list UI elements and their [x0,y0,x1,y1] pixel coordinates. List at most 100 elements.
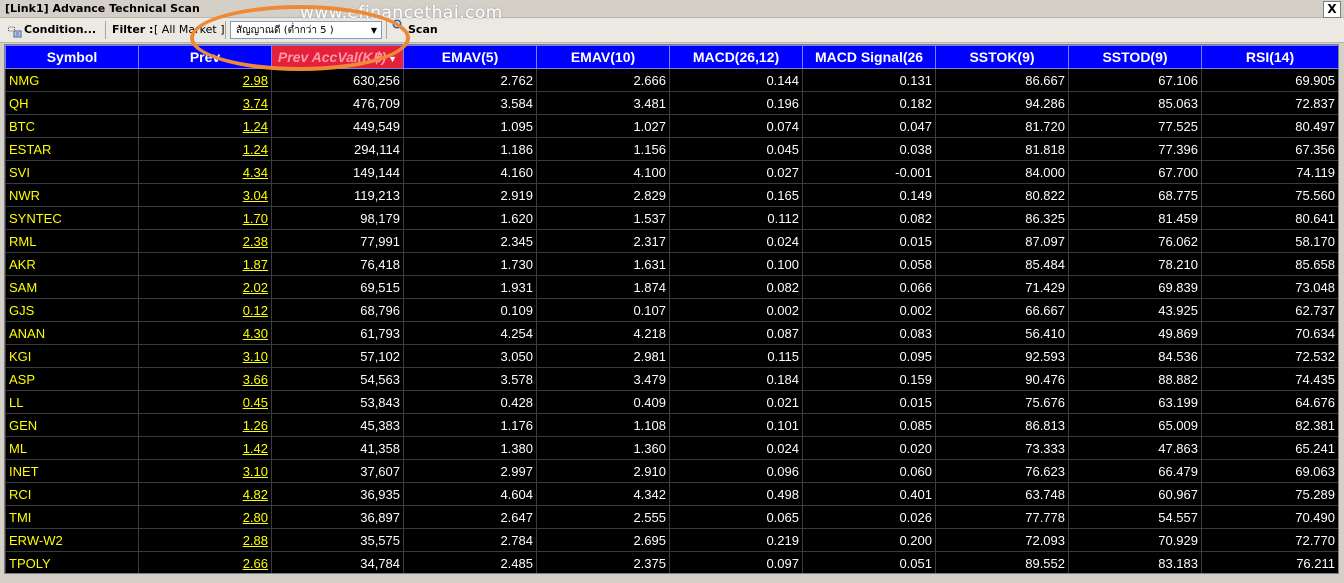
symbol-cell[interactable]: ERW-W2 [5,528,139,552]
prev-link-cell[interactable]: 3.04 [138,183,272,207]
column-header[interactable]: MACD(26,12) [669,45,803,69]
prev-link-cell[interactable]: 2.98 [138,68,272,92]
prev-link-cell[interactable]: 1.26 [138,413,272,437]
symbol-cell[interactable]: LL [5,390,139,414]
column-header[interactable]: SSTOD(9) [1068,45,1202,69]
prev-link-cell[interactable]: 3.10 [138,344,272,368]
symbol-cell[interactable]: SAM [5,275,139,299]
symbol-cell[interactable]: INET [5,459,139,483]
column-header[interactable]: MACD Signal(26 [802,45,936,69]
symbol-cell[interactable]: SVI [5,160,139,184]
condition-icon [8,23,22,38]
prev-link-cell[interactable]: 2.02 [138,275,272,299]
table-cell: 2.345 [403,229,537,253]
table-cell: 0.066 [802,275,936,299]
symbol-cell[interactable]: QH [5,91,139,115]
column-header[interactable]: Symbol [5,45,139,69]
prev-link-cell[interactable]: 3.10 [138,459,272,483]
table-row[interactable]: ML 1.42 41,358 1.380 1.360 0.024 0.020 73.333 47… [5,436,1338,460]
table-row[interactable]: INET 3.10 37,607 2.997 2.910 0.096 0.060 76.623… [5,459,1338,483]
table-row[interactable]: ANAN 4.30 61,793 4.254 4.218 0.087 0.083 56.410… [5,321,1338,345]
table-cell: 45,383 [271,413,404,437]
table-row[interactable]: RCI 4.82 36,935 4.604 4.342 0.498 0.401 63.748 6… [5,482,1338,506]
table-row[interactable]: SAM 2.02 69,515 1.931 1.874 0.082 0.066 71.429 6… [5,275,1338,299]
table-cell: 81.818 [935,137,1069,161]
symbol-cell[interactable]: ML [5,436,139,460]
prev-link-cell[interactable]: 1.24 [138,137,272,161]
prev-link-cell[interactable]: 0.45 [138,390,272,414]
results-table: Symbol Prev Prev AccVal(K฿) ▼ EMAV(5) EMAV(10… [5,45,1338,573]
symbol-cell[interactable]: GEN [5,413,139,437]
table-cell: 2.829 [536,183,670,207]
table-row[interactable]: ERW-W2 2.88 35,575 2.784 2.695 0.219 0.200 72.0… [5,528,1338,552]
prev-link-cell[interactable]: 2.80 [138,505,272,529]
symbol-cell[interactable]: TMI [5,505,139,529]
prev-link-cell[interactable]: 2.38 [138,229,272,253]
symbol-cell[interactable]: ANAN [5,321,139,345]
prev-link-cell[interactable]: 2.88 [138,528,272,552]
symbol-cell[interactable]: ASP [5,367,139,391]
table-cell: 58.170 [1201,229,1338,253]
table-cell: 63.748 [935,482,1069,506]
prev-link-cell[interactable]: 4.30 [138,321,272,345]
symbol-cell[interactable]: NWR [5,183,139,207]
table-row[interactable]: GJS 0.12 68,796 0.109 0.107 0.002 0.002 66.667 4… [5,298,1338,322]
table-cell: 77.396 [1068,137,1202,161]
table-row[interactable]: LL 0.45 53,843 0.428 0.409 0.021 0.015 75.676 63… [5,390,1338,414]
table-row[interactable]: KGI 3.10 57,102 3.050 2.981 0.115 0.095 92.593 8… [5,344,1338,368]
symbol-cell[interactable]: ESTAR [5,137,139,161]
scan-button[interactable]: Scan [392,18,438,42]
scan-results-grid[interactable]: Symbol Prev Prev AccVal(K฿) ▼ EMAV(5) EMAV(10… [4,44,1339,574]
table-row[interactable]: AKR 1.87 76,418 1.730 1.631 0.100 0.058 85.484 7… [5,252,1338,276]
symbol-cell[interactable]: TPOLY [5,551,139,573]
prev-link-cell[interactable]: 1.24 [138,114,272,138]
symbol-cell[interactable]: NMG [5,68,139,92]
signal-dropdown[interactable]: สัญญาณดี (ต่ำกว่า 5 ) ▼ [230,21,382,39]
prev-link-cell[interactable]: 0.12 [138,298,272,322]
symbol-cell[interactable]: KGI [5,344,139,368]
prev-link-cell[interactable]: 3.74 [138,91,272,115]
prev-link-cell[interactable]: 3.66 [138,367,272,391]
symbol-cell[interactable]: SYNTEC [5,206,139,230]
prev-link-cell[interactable]: 4.82 [138,482,272,506]
symbol-cell[interactable]: RCI [5,482,139,506]
column-header[interactable]: RSI(14) [1201,45,1338,69]
symbol-cell[interactable]: AKR [5,252,139,276]
prev-link-cell[interactable]: 1.87 [138,252,272,276]
table-row[interactable]: GEN 1.26 45,383 1.176 1.108 0.101 0.085 86.813 6… [5,413,1338,437]
column-header-label: MACD(26,12) [692,49,780,65]
condition-button[interactable]: Condition... [8,18,96,42]
table-row[interactable]: RML 2.38 77,991 2.345 2.317 0.024 0.015 87.097 7… [5,229,1338,253]
table-cell: 86.325 [935,206,1069,230]
column-header[interactable]: Prev [138,45,272,69]
table-row[interactable]: TPOLY 2.66 34,784 2.485 2.375 0.097 0.051 89.55… [5,551,1338,573]
column-header[interactable]: Prev AccVal(K฿) ▼ [271,45,404,69]
table-row[interactable]: TMI 2.80 36,897 2.647 2.555 0.065 0.026 77.778 5… [5,505,1338,529]
table-cell: 75.560 [1201,183,1338,207]
table-cell: 69.839 [1068,275,1202,299]
symbol-cell[interactable]: RML [5,229,139,253]
prev-link-cell[interactable]: 1.42 [138,436,272,460]
prev-link-cell[interactable]: 2.66 [138,551,272,573]
table-row[interactable]: BTC 1.24 449,549 1.095 1.027 0.074 0.047 81.720… [5,114,1338,138]
symbol-cell[interactable]: GJS [5,298,139,322]
prev-link-cell[interactable]: 4.34 [138,160,272,184]
filter-value[interactable]: [ All Market ] [154,18,225,42]
column-header[interactable]: EMAV(10) [536,45,670,69]
table-row[interactable]: SVI 4.34 149,144 4.160 4.100 0.027 -0.001 84.00… [5,160,1338,184]
chevron-down-icon[interactable]: ▼ [371,22,377,40]
prev-link-cell[interactable]: 1.70 [138,206,272,230]
symbol-cell[interactable]: BTC [5,114,139,138]
table-cell: 85.063 [1068,91,1202,115]
close-button[interactable]: X [1323,1,1341,18]
table-row[interactable]: ASP 3.66 54,563 3.578 3.479 0.184 0.159 90.476 8… [5,367,1338,391]
table-cell: 76,418 [271,252,404,276]
table-row[interactable]: ESTAR 1.24 294,114 1.186 1.156 0.045 0.038 81.8… [5,137,1338,161]
table-row[interactable]: NMG 2.98 630,256 2.762 2.666 0.144 0.131 86.667… [5,68,1338,92]
column-header[interactable]: SSTOK(9) [935,45,1069,69]
table-row[interactable]: QH 3.74 476,709 3.584 3.481 0.196 0.182 94.286 8… [5,91,1338,115]
table-cell: 83.183 [1068,551,1202,573]
column-header[interactable]: EMAV(5) [403,45,537,69]
table-row[interactable]: SYNTEC 1.70 98,179 1.620 1.537 0.112 0.082 86.3… [5,206,1338,230]
table-row[interactable]: NWR 3.04 119,213 2.919 2.829 0.165 0.149 80.822… [5,183,1338,207]
